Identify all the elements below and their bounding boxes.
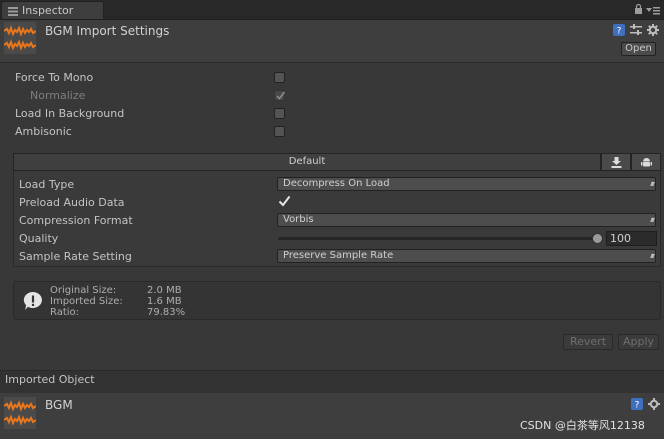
audio-clip-icon [4, 397, 36, 429]
option-label: Force To Mono [15, 71, 94, 84]
ambisonic-checkbox[interactable] [274, 126, 285, 137]
imported-object-title: Imported Object [5, 373, 95, 386]
force-to-mono-checkbox[interactable] [274, 72, 285, 83]
compression-format-value: Vorbis [283, 214, 314, 225]
tab-menu-icon[interactable] [646, 5, 660, 18]
revert-button[interactable]: Revert [563, 334, 613, 350]
gear-icon[interactable] [648, 398, 660, 410]
option-label: Load In Background [15, 107, 125, 120]
original-size-key: Original Size: [50, 285, 117, 296]
quality-slider-track[interactable] [278, 237, 596, 240]
help-icon[interactable]: ? [613, 24, 625, 37]
normalize-checkbox [274, 90, 286, 101]
quality-label: Quality [19, 232, 59, 245]
load-type-label: Load Type [19, 178, 75, 191]
load-type-value: Decompress On Load [283, 178, 390, 189]
lock-icon[interactable] [634, 3, 643, 17]
load-type-dropdown[interactable]: Decompress On Load ▴▾ [277, 177, 656, 191]
option-label: Normalize [30, 89, 86, 102]
tab-title: Inspector [22, 4, 74, 17]
compression-format-label: Compression Format [19, 214, 133, 227]
tab-inspector[interactable]: Inspector [1, 1, 104, 19]
sample-rate-label: Sample Rate Setting [19, 250, 132, 263]
help-icon[interactable]: ? [631, 398, 643, 411]
open-button[interactable]: Open [621, 42, 656, 56]
tab-standalone-platform[interactable] [601, 153, 631, 171]
dropdown-arrow-icon: ▴▾ [649, 215, 655, 224]
imported-object-name: BGM [45, 398, 73, 412]
preload-audio-checkbox[interactable] [278, 195, 291, 210]
ratio-key: Ratio: [50, 307, 80, 318]
imported-size-key: Imported Size: [50, 296, 123, 307]
quality-input[interactable]: 100 [606, 231, 657, 246]
ratio-value: 79.83% [147, 307, 186, 318]
imported-object-header [0, 370, 664, 394]
android-icon [641, 157, 652, 171]
dropdown-arrow-icon: ▴▾ [649, 179, 655, 188]
sample-rate-dropdown[interactable]: Preserve Sample Rate ▴▾ [277, 249, 656, 263]
svg-text:?: ? [617, 27, 622, 37]
apply-button[interactable]: Apply [618, 334, 659, 350]
audio-file-icon [4, 22, 36, 54]
preset-icon[interactable] [630, 24, 642, 36]
option-label: Ambisonic [15, 125, 72, 138]
original-size-value: 2.0 MB [147, 285, 182, 296]
gear-icon[interactable] [647, 24, 659, 36]
compression-format-dropdown[interactable]: Vorbis ▴▾ [277, 213, 656, 227]
asset-title: BGM Import Settings [45, 24, 170, 38]
download-icon [611, 157, 622, 171]
tab-android-platform[interactable] [631, 153, 661, 171]
sample-rate-value: Preserve Sample Rate [283, 250, 394, 261]
svg-text:?: ? [635, 401, 640, 411]
tab-default-platform[interactable]: Default [13, 153, 601, 171]
inspector-icon [8, 6, 18, 16]
preload-audio-label: Preload Audio Data [19, 196, 125, 209]
quality-slider-handle[interactable] [592, 233, 603, 244]
dropdown-arrow-icon: ▴▾ [649, 251, 655, 260]
watermark-text: CSDN @白茶等风12138 [520, 419, 645, 432]
info-icon [23, 291, 43, 314]
load-in-background-checkbox[interactable] [274, 108, 285, 119]
imported-size-value: 1.6 MB [147, 296, 182, 307]
